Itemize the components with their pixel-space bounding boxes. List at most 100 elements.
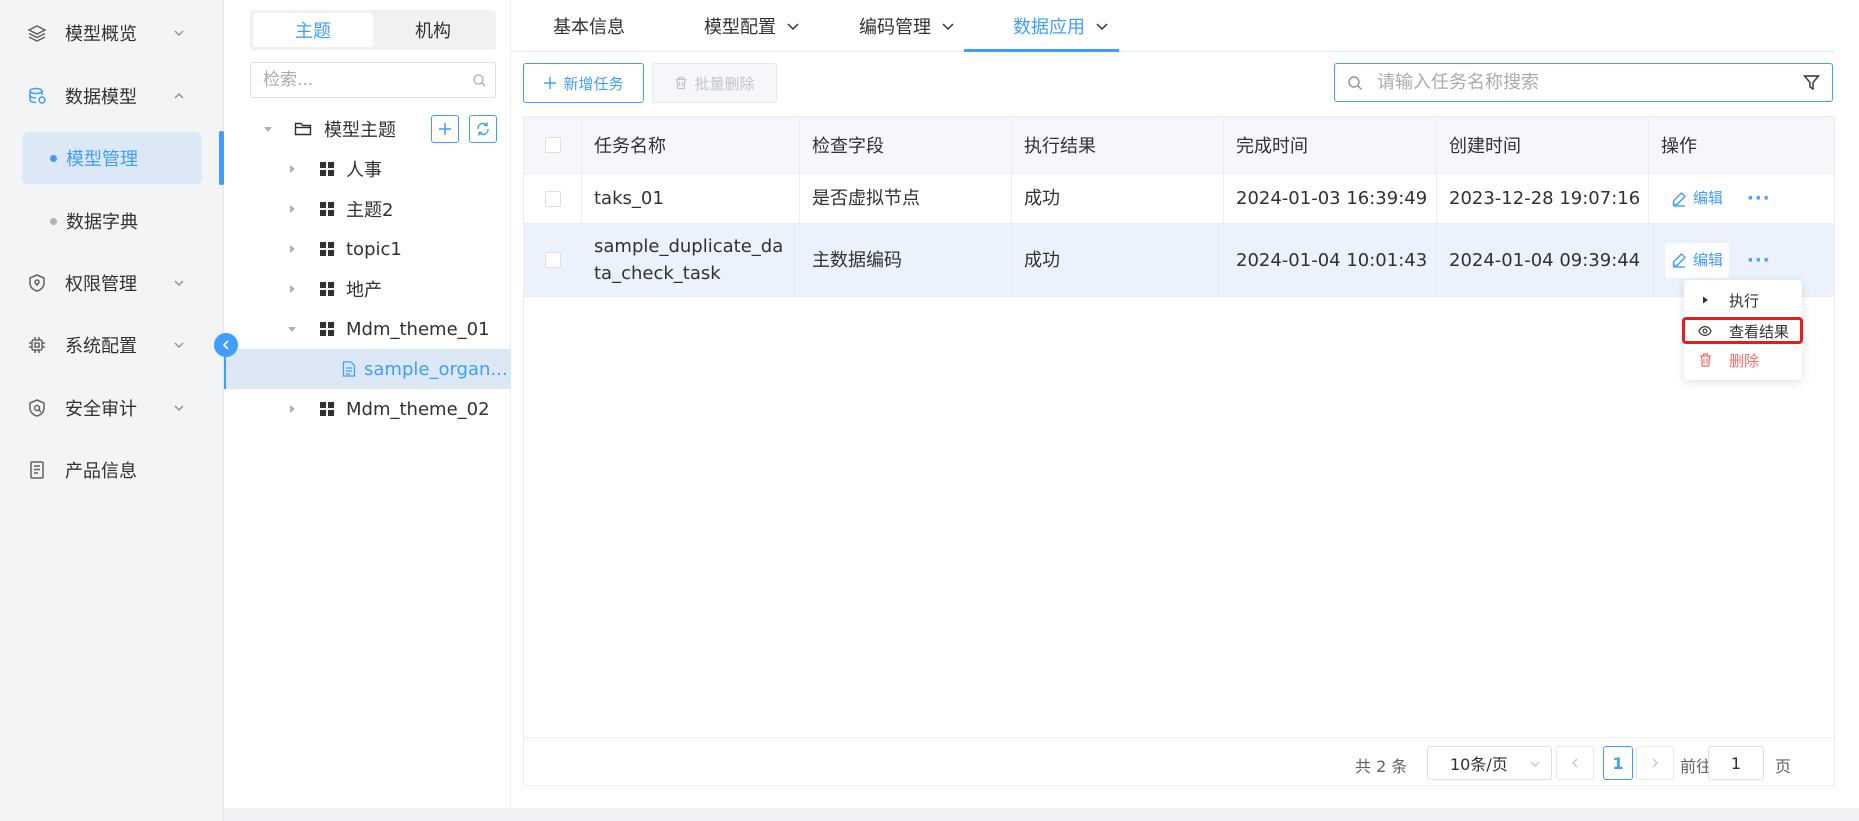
tab-code-management[interactable]: 编码管理 [839,0,975,52]
refresh-tree-button[interactable] [469,115,497,143]
row-checkbox[interactable] [544,190,561,207]
nav-item-product-info[interactable]: 产品信息 [0,443,224,497]
prev-page-button[interactable] [1556,746,1594,780]
menu-item-view-result[interactable]: 查看结果 [1684,317,1802,345]
task-search-input[interactable] [1377,72,1777,93]
col-check-field: 检查字段 [800,117,1012,173]
nav-item-data-model[interactable]: 数据模型 [0,69,224,123]
tab-model-config[interactable]: 模型配置 [684,0,820,52]
tree-node[interactable]: topic1 [224,229,511,269]
cell-check-field: 是否虚拟节点 [800,174,1012,223]
tree-node[interactable]: 地产 [224,269,511,309]
more-actions-button[interactable]: ··· [1747,185,1771,212]
tree-node[interactable]: 人事 [224,149,511,189]
menu-item-delete[interactable]: 删除 [1684,346,1802,374]
tab-organization[interactable]: 机构 [373,13,493,47]
task-table: 任务名称 检查字段 执行结果 完成时间 创建时间 操作 taks_01 是否虚拟… [523,116,1835,786]
tree-search-box [250,62,496,98]
pencil-icon [1672,253,1686,268]
add-task-button[interactable]: 新增任务 [523,63,644,103]
row-checkbox[interactable] [544,252,561,268]
row-select-cell [524,174,582,223]
tree-node[interactable]: Mdm_theme_01 [224,309,511,349]
shield-icon [26,272,48,294]
chevron-down-icon [174,280,184,287]
tree-node[interactable]: Mdm_theme_02 [224,389,511,429]
play-icon [1698,293,1712,307]
tab-basic-info[interactable]: 基本信息 [533,0,645,52]
caret-right-icon [290,165,295,173]
edit-button[interactable]: 编辑 [1665,242,1730,278]
chevron-left-icon [1572,758,1578,768]
folder-icon [294,120,312,138]
nav-item-system-config[interactable]: 系统配置 [0,318,224,372]
file-icon [340,360,358,378]
trash-icon [1698,353,1712,367]
grid-icon [318,280,336,298]
tab-data-application[interactable]: 数据应用 [993,0,1129,52]
sub-item-model-management[interactable]: 模型管理 [22,132,202,184]
chevron-left-icon [222,340,229,350]
chevron-down-icon [1096,23,1108,31]
add-theme-button[interactable] [431,115,459,143]
bullet-dot [50,217,57,225]
table-header: 任务名称 检查字段 执行结果 完成时间 创建时间 操作 [524,117,1834,174]
tree-search-input[interactable] [263,70,463,90]
pagination-total: 共 2 条 [1355,757,1408,776]
side-nav: 模型概览 数据模型 模型管理 数据字典 权限管理 系统配置 安全审计 产品信息 [0,0,224,821]
audit-icon [26,397,48,419]
filter-icon[interactable] [1803,74,1820,91]
tree-node[interactable]: 主题2 [224,189,511,229]
col-created-time: 创建时间 [1437,117,1649,173]
edit-button[interactable]: 编辑 [1665,181,1729,216]
pagination: 共 2 条 10条/页 1 前往 页 [524,737,1834,787]
next-page-button[interactable] [1636,746,1674,780]
grid-icon [318,160,336,178]
batch-delete-button[interactable]: 批量删除 [652,63,777,103]
sidebar-collapse-button[interactable] [214,333,238,357]
pencil-icon [1672,191,1686,207]
eye-icon [1698,324,1712,338]
document-icon [26,459,48,481]
goto-page-input[interactable] [1708,746,1764,780]
plus-icon [439,123,451,135]
cell-created-time: 2024-01-04 09:39:44 [1437,224,1649,296]
grid-icon [318,320,336,338]
cell-created-time: 2023-12-28 19:07:16 [1437,174,1649,223]
tree-root-model-theme[interactable]: 模型主题 [224,109,511,149]
refresh-icon [477,122,489,136]
more-actions-button[interactable]: ··· [1747,247,1771,274]
cell-task-name: taks_01 [582,174,800,223]
table-row: sample_duplicate_data_check_task 主数据编码 成… [524,224,1834,297]
tree-node-selected[interactable]: sample_organ... [224,349,511,389]
chevron-up-icon [174,92,184,99]
nav-item-security-audit[interactable]: 安全审计 [0,381,224,435]
bullet-dot [50,154,57,162]
nav-item-permission[interactable]: 权限管理 [0,256,224,310]
cell-finished-time: 2024-01-03 16:39:49 [1224,174,1437,223]
trash-icon [675,76,687,90]
layers-icon [26,22,48,44]
page-size-select[interactable]: 10条/页 [1427,746,1552,780]
grid-icon [318,200,336,218]
col-actions: 操作 [1661,136,1697,157]
cell-result: 成功 [1012,224,1224,296]
cell-finished-time: 2024-01-04 10:01:43 [1224,224,1437,296]
tab-theme[interactable]: 主题 [253,13,373,47]
menu-item-execute[interactable]: 执行 [1684,286,1802,314]
main-panel: 基本信息 模型配置 编码管理 数据应用 新增任务 批量删除 请输入任务名称搜索 … [511,0,1859,808]
search-icon [473,74,486,87]
col-finished-time: 完成时间 [1224,117,1437,173]
row-select-cell [524,224,582,296]
more-actions-dropdown: 执行 查看结果 删除 [1684,280,1802,380]
select-all-checkbox[interactable] [544,137,561,153]
sub-item-data-dictionary[interactable]: 数据字典 [22,195,202,247]
caret-right-icon [290,405,295,413]
cell-task-name: sample_duplicate_data_check_task [582,224,800,296]
cell-result: 成功 [1012,174,1224,223]
caret-down-icon [288,327,296,332]
caret-down-icon [264,127,272,132]
nav-item-model-overview[interactable]: 模型概览 [0,6,224,60]
page-number-current[interactable]: 1 [1603,746,1633,780]
task-search-box [1334,63,1833,102]
